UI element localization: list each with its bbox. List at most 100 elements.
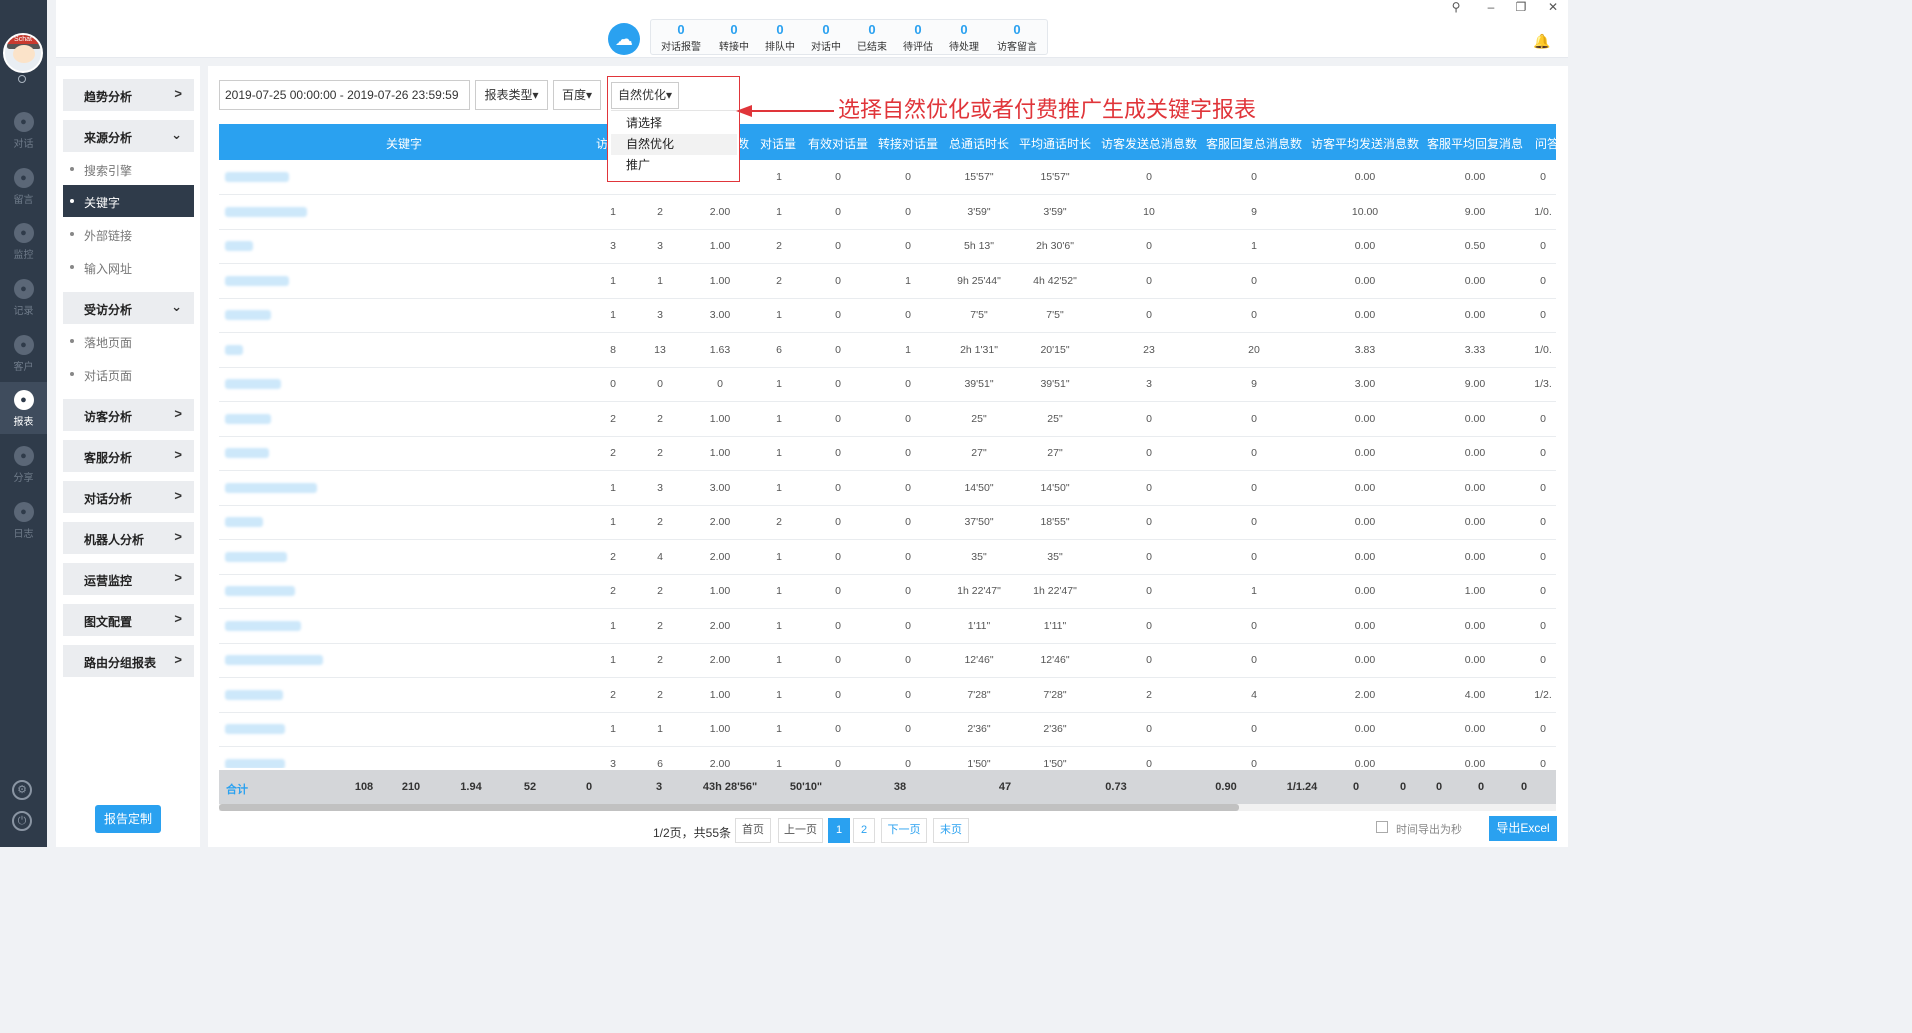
restore-icon[interactable]: ❐ xyxy=(1513,0,1529,14)
table-row[interactable]: 1 3 3.00 1 0 0 14'50" 14'50" 0 0 0.00 0.00 0 xyxy=(219,471,1556,506)
menu-group-6[interactable]: 路由分组报表 > xyxy=(63,645,194,677)
keyword-blurred[interactable] xyxy=(225,310,271,320)
menu-group-1[interactable]: 客服分析 > xyxy=(63,440,194,472)
menu-sub-typed-url[interactable]: 输入网址 xyxy=(63,251,194,283)
column-header[interactable]: 关键字 xyxy=(386,135,422,152)
export-excel-button[interactable]: 导出Excel xyxy=(1489,816,1557,841)
keyword-blurred[interactable] xyxy=(225,275,289,286)
column-header[interactable]: 访客发送总消息数 xyxy=(1101,135,1197,152)
menu-sub-keyword[interactable]: 关键字 xyxy=(63,185,194,217)
page-2-button[interactable]: 2 xyxy=(853,818,875,843)
keyword-blurred[interactable] xyxy=(225,586,295,596)
rail-item-5[interactable]: ● 报表 xyxy=(0,382,47,434)
menu-visited-analysis[interactable]: 受访分析 ⌄ xyxy=(63,292,194,324)
table-row[interactable]: 1 2 2.00 1 0 0 1'11" 1'11" 0 0 0.00 0.00 0 xyxy=(219,609,1556,644)
stat-counter[interactable]: 0 访客留言 xyxy=(987,20,1047,54)
rail-item-2[interactable]: ● 监控 xyxy=(0,215,47,267)
menu-group-0[interactable]: 访客分析 > xyxy=(63,399,194,431)
keyword-blurred[interactable] xyxy=(225,172,289,182)
next-page-button[interactable]: 下一页 xyxy=(881,818,927,843)
table-row[interactable]: 1 2 2.00 2 0 0 37'50" 18'55" 0 0 0.00 0.00 0 xyxy=(219,505,1556,540)
table-row[interactable]: 2 2 1.00 1 0 0 25" 25" 0 0 0.00 0.00 0 xyxy=(219,402,1556,437)
rail-item-4[interactable]: ● 客户 xyxy=(0,327,47,379)
settings-gear-icon[interactable]: ⚙ xyxy=(12,780,32,800)
avatar[interactable]: Schat xyxy=(3,33,43,73)
option-natural[interactable]: 自然优化 xyxy=(611,134,737,155)
menu-sub-chat-page[interactable]: 对话页面 xyxy=(63,358,194,390)
keyword-blurred[interactable] xyxy=(225,413,271,424)
column-header[interactable]: 访客平均发送消息数 xyxy=(1311,135,1419,152)
optimization-select[interactable]: 自然优化▾ xyxy=(611,82,679,109)
status-indicator-icon[interactable] xyxy=(18,75,26,83)
keyword-blurred[interactable] xyxy=(225,689,283,700)
menu-sub-search-engine[interactable]: 搜索引擎 xyxy=(63,153,194,185)
table-row[interactable]: 1 3 3.00 1 0 0 7'5" 7'5" 0 0 0.00 0.00 0 xyxy=(219,298,1556,333)
rail-item-1[interactable]: ● 留言 xyxy=(0,160,47,212)
column-header[interactable]: 有效对话量 xyxy=(808,135,868,152)
table-row[interactable]: 3 3 1.00 2 0 0 5h 13" 2h 30'6" 0 1 0.00 0.50 0 xyxy=(219,229,1556,264)
stat-counter[interactable]: 0 待评估 xyxy=(895,20,941,54)
stat-counter[interactable]: 0 对话报警 xyxy=(651,20,711,54)
table-row[interactable]: 1 0 0 15'57" 15'57" 0 0 0.00 0.00 0 xyxy=(219,160,1556,195)
report-type-select[interactable]: 报表类型▾ xyxy=(475,80,548,110)
last-page-button[interactable]: 末页 xyxy=(933,818,969,843)
table-row[interactable]: 1 1 1.00 2 0 1 9h 25'44" 4h 42'52" 0 0 0.00 0.00 0 xyxy=(219,264,1556,299)
table-row[interactable]: 2 4 2.00 1 0 0 35" 35" 0 0 0.00 0.00 0 xyxy=(219,540,1556,575)
column-header[interactable]: 转接对话量 xyxy=(878,135,938,152)
menu-source-analysis[interactable]: 来源分析 ⌄ xyxy=(63,120,194,152)
table-row[interactable]: 2 2 1.00 1 0 0 27" 27" 0 0 0.00 0.00 0 xyxy=(219,436,1556,471)
table-row[interactable]: 2 2 1.00 1 0 0 7'28" 7'28" 2 4 2.00 4.00 1/2. xyxy=(219,678,1556,713)
table-row[interactable]: 1 2 2.00 1 0 0 12'46" 12'46" 0 0 0.00 0.00 0 xyxy=(219,643,1556,678)
stat-counter[interactable]: 0 对话中 xyxy=(803,20,849,54)
keyword-blurred[interactable] xyxy=(225,482,317,493)
table-row[interactable]: 3 6 2.00 1 0 0 1'50" 1'50" 0 0 0.00 0.00 0 xyxy=(219,747,1556,768)
table-row[interactable]: 1 1 1.00 1 0 0 2'36" 2'36" 0 0 0.00 0.00 0 xyxy=(219,712,1556,747)
stat-counter[interactable]: 0 排队中 xyxy=(757,20,803,54)
keyword-blurred[interactable] xyxy=(225,758,285,768)
date-range-input[interactable]: 2019-07-25 00:00:00 - 2019-07-26 23:59:5… xyxy=(219,80,470,110)
keyword-blurred[interactable] xyxy=(225,241,253,251)
menu-group-4[interactable]: 运营监控 > xyxy=(63,563,194,595)
column-header[interactable]: 总通话时长 xyxy=(949,135,1009,152)
option-please-select[interactable]: 请选择 xyxy=(611,113,737,134)
rail-item-0[interactable]: ● 对话 xyxy=(0,104,47,156)
column-header[interactable]: 客服回复总消息数 xyxy=(1206,135,1302,152)
option-promotion[interactable]: 推广 xyxy=(611,155,737,176)
minimize-icon[interactable]: – xyxy=(1483,0,1499,14)
rail-item-6[interactable]: ● 分享 xyxy=(0,438,47,490)
keyword-blurred[interactable] xyxy=(225,206,307,217)
stat-counter[interactable]: 0 已结束 xyxy=(849,20,895,54)
column-header[interactable]: 平均通话时长 xyxy=(1019,135,1091,152)
keyword-blurred[interactable] xyxy=(225,724,285,734)
column-header[interactable]: 对话量 xyxy=(760,135,796,152)
keyword-blurred[interactable] xyxy=(225,448,269,458)
first-page-button[interactable]: 首页 xyxy=(735,818,771,843)
column-header[interactable]: 问答 xyxy=(1535,135,1556,152)
stat-counter[interactable]: 0 待处理 xyxy=(941,20,987,54)
bell-icon[interactable]: 🔔 xyxy=(1533,33,1550,50)
column-header[interactable]: 客服平均回复消息 xyxy=(1427,135,1523,152)
page-1-button[interactable]: 1 xyxy=(828,818,850,843)
keyword-blurred[interactable] xyxy=(225,379,281,389)
keyword-blurred[interactable] xyxy=(225,551,287,562)
rail-item-7[interactable]: ● 日志 xyxy=(0,494,47,546)
menu-group-3[interactable]: 机器人分析 > xyxy=(63,522,194,554)
stat-counter[interactable]: 0 转接中 xyxy=(711,20,757,54)
menu-group-2[interactable]: 对话分析 > xyxy=(63,481,194,513)
menu-sub-external-link[interactable]: 外部链接 xyxy=(63,218,194,250)
power-icon[interactable]: ⏻ xyxy=(12,811,32,831)
keyword-blurred[interactable] xyxy=(225,655,323,665)
close-icon[interactable]: ✕ xyxy=(1545,0,1561,14)
keyword-blurred[interactable] xyxy=(225,344,243,355)
search-engine-select[interactable]: 百度▾ xyxy=(553,80,601,110)
menu-trend-analysis[interactable]: 趋势分析 > xyxy=(63,79,194,111)
menu-sub-landing-page[interactable]: 落地页面 xyxy=(63,325,194,357)
pin-icon[interactable]: ⚲ xyxy=(1448,0,1464,14)
scrollbar-thumb[interactable] xyxy=(219,804,1239,811)
table-row[interactable]: 8 13 1.63 6 0 1 2h 1'31" 20'15" 23 20 3.83 3.33 1/0. xyxy=(219,333,1556,368)
prev-page-button[interactable]: 上一页 xyxy=(778,818,823,843)
menu-group-5[interactable]: 图文配置 > xyxy=(63,604,194,636)
horizontal-scrollbar[interactable] xyxy=(219,804,1556,811)
export-seconds-checkbox[interactable] xyxy=(1376,821,1388,833)
table-row[interactable]: 1 2 2.00 1 0 0 3'59" 3'59" 10 9 10.00 9.00 1/0. xyxy=(219,195,1556,230)
